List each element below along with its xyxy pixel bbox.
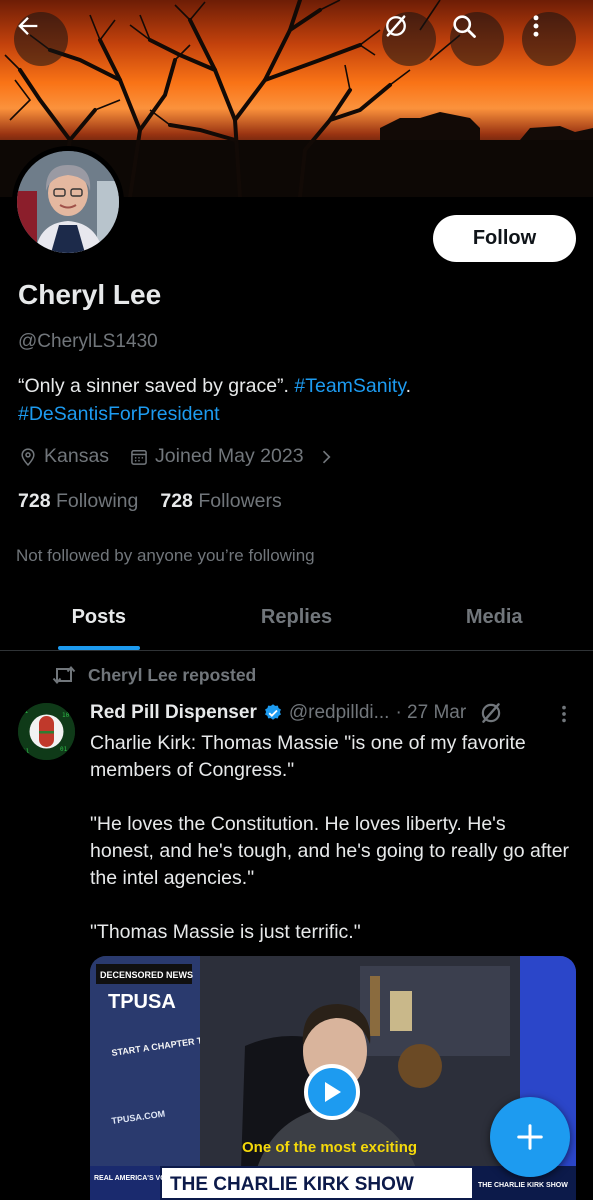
svg-text:10: 10 <box>62 712 70 719</box>
joined-text: Joined May 2023 <box>155 445 304 467</box>
post-header: Red Pill Dispenser @redpilldi... · 27 Ma… <box>90 700 504 726</box>
post-author-avatar[interactable]: 01 10 11 01 <box>18 703 75 760</box>
search-icon <box>453 15 476 38</box>
more-options-button[interactable] <box>522 12 576 66</box>
grok-button[interactable] <box>382 12 436 66</box>
back-button[interactable] <box>14 12 68 66</box>
svg-text:11: 11 <box>22 748 30 755</box>
following-label: Following <box>55 490 139 512</box>
follow-button[interactable]: Follow <box>433 215 576 262</box>
svg-text:01: 01 <box>60 746 68 753</box>
play-icon <box>325 1082 341 1102</box>
pill-avatar-image: 01 10 11 01 <box>18 703 75 760</box>
post-author-name[interactable]: Red Pill Dispenser <box>90 702 257 724</box>
repost-indicator[interactable]: Cheryl Lee reposted <box>52 664 256 686</box>
svg-text:01: 01 <box>21 708 29 715</box>
show-title: THE CHARLIE KIRK SHOW <box>170 1174 414 1195</box>
compose-post-button[interactable] <box>490 1097 570 1177</box>
following-count: 728 <box>18 490 51 512</box>
post-body: Charlie Kirk: Thomas Massie "is one of m… <box>90 732 570 943</box>
tab-media[interactable]: Media <box>395 585 593 650</box>
bio-text: “Only a sinner saved by grace”. <box>18 375 295 397</box>
decensored-logo: DECENSORED NEWS <box>100 970 193 980</box>
hashtag-link[interactable]: #TeamSanity <box>294 375 405 397</box>
calendar-icon <box>131 449 147 465</box>
plus-icon <box>517 1124 543 1150</box>
tab-replies[interactable]: Replies <box>198 585 396 650</box>
followers-link[interactable]: 728 Followers <box>160 490 281 513</box>
profile-meta: Kansas Joined May 2023 <box>18 445 336 468</box>
profile-tabs: Posts Replies Media <box>0 585 593 651</box>
profile-name: Cheryl Lee <box>18 279 162 310</box>
profile-bio: “Only a sinner saved by grace”. #TeamSan… <box>18 372 578 428</box>
hashtag-link[interactable]: #DeSantisForPresident <box>18 403 220 425</box>
chevron-right-icon[interactable] <box>316 447 336 467</box>
search-button[interactable] <box>450 12 504 66</box>
show-logo-small: THE CHARLIE KIRK SHOW <box>478 1182 568 1189</box>
avatar-photo <box>17 151 119 253</box>
location-text: Kansas <box>44 445 110 467</box>
location-icon <box>21 447 35 466</box>
post-author-handle[interactable]: @redpilldi... <box>289 702 390 724</box>
tpusa-logo: TPUSA <box>108 991 176 1013</box>
profile-avatar[interactable] <box>12 146 124 258</box>
profile-handle: @CherylLS1430 <box>18 331 158 352</box>
play-button[interactable] <box>304 1064 360 1120</box>
repost-label: Cheryl Lee reposted <box>88 664 257 685</box>
followers-count: 728 <box>160 490 193 512</box>
bio-separator: . <box>405 375 412 397</box>
post-date[interactable]: · 27 Mar <box>395 702 466 724</box>
back-arrow-icon <box>18 17 38 35</box>
verified-icon <box>264 704 281 720</box>
tab-posts[interactable]: Posts <box>0 585 198 650</box>
video-caption: One of the most exciting <box>242 1139 417 1156</box>
grok-icon <box>386 15 406 37</box>
followers-label: Followers <box>198 490 282 512</box>
post-more-icon[interactable] <box>553 702 575 726</box>
more-vertical-icon <box>533 15 539 37</box>
repost-icon <box>52 665 76 685</box>
grok-icon[interactable] <box>478 700 504 726</box>
not-followed-note: Not followed by anyone you’re following <box>16 546 315 565</box>
profile-stats: 728 Following 728 Followers <box>18 490 282 513</box>
following-link[interactable]: 728 Following <box>18 490 138 513</box>
